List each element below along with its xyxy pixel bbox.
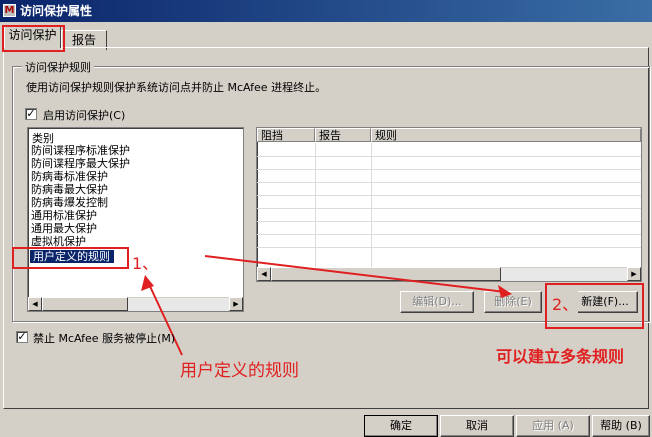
annotation-user-rules: 用户定义的规则 [180, 361, 299, 381]
annotation-arrows [141, 255, 512, 356]
ok-button[interactable]: 确定 [364, 415, 438, 437]
apply-button[interactable]: 应用 (A) [516, 415, 590, 437]
disable-service-stop-label: 禁止 McAfee 服务被停止(M) [33, 332, 176, 345]
cancel-button[interactable]: 取消 [440, 415, 514, 437]
arrowhead-new [498, 285, 512, 298]
help-button[interactable]: 帮助 (B) [592, 415, 650, 437]
annotation-multiple-rules: 可以建立多条规则 [496, 347, 625, 366]
disable-service-stop-checkbox[interactable]: ✓ [16, 331, 28, 343]
arrow-to-new-button [204, 255, 506, 293]
annotation-tab-highlight [2, 25, 65, 52]
